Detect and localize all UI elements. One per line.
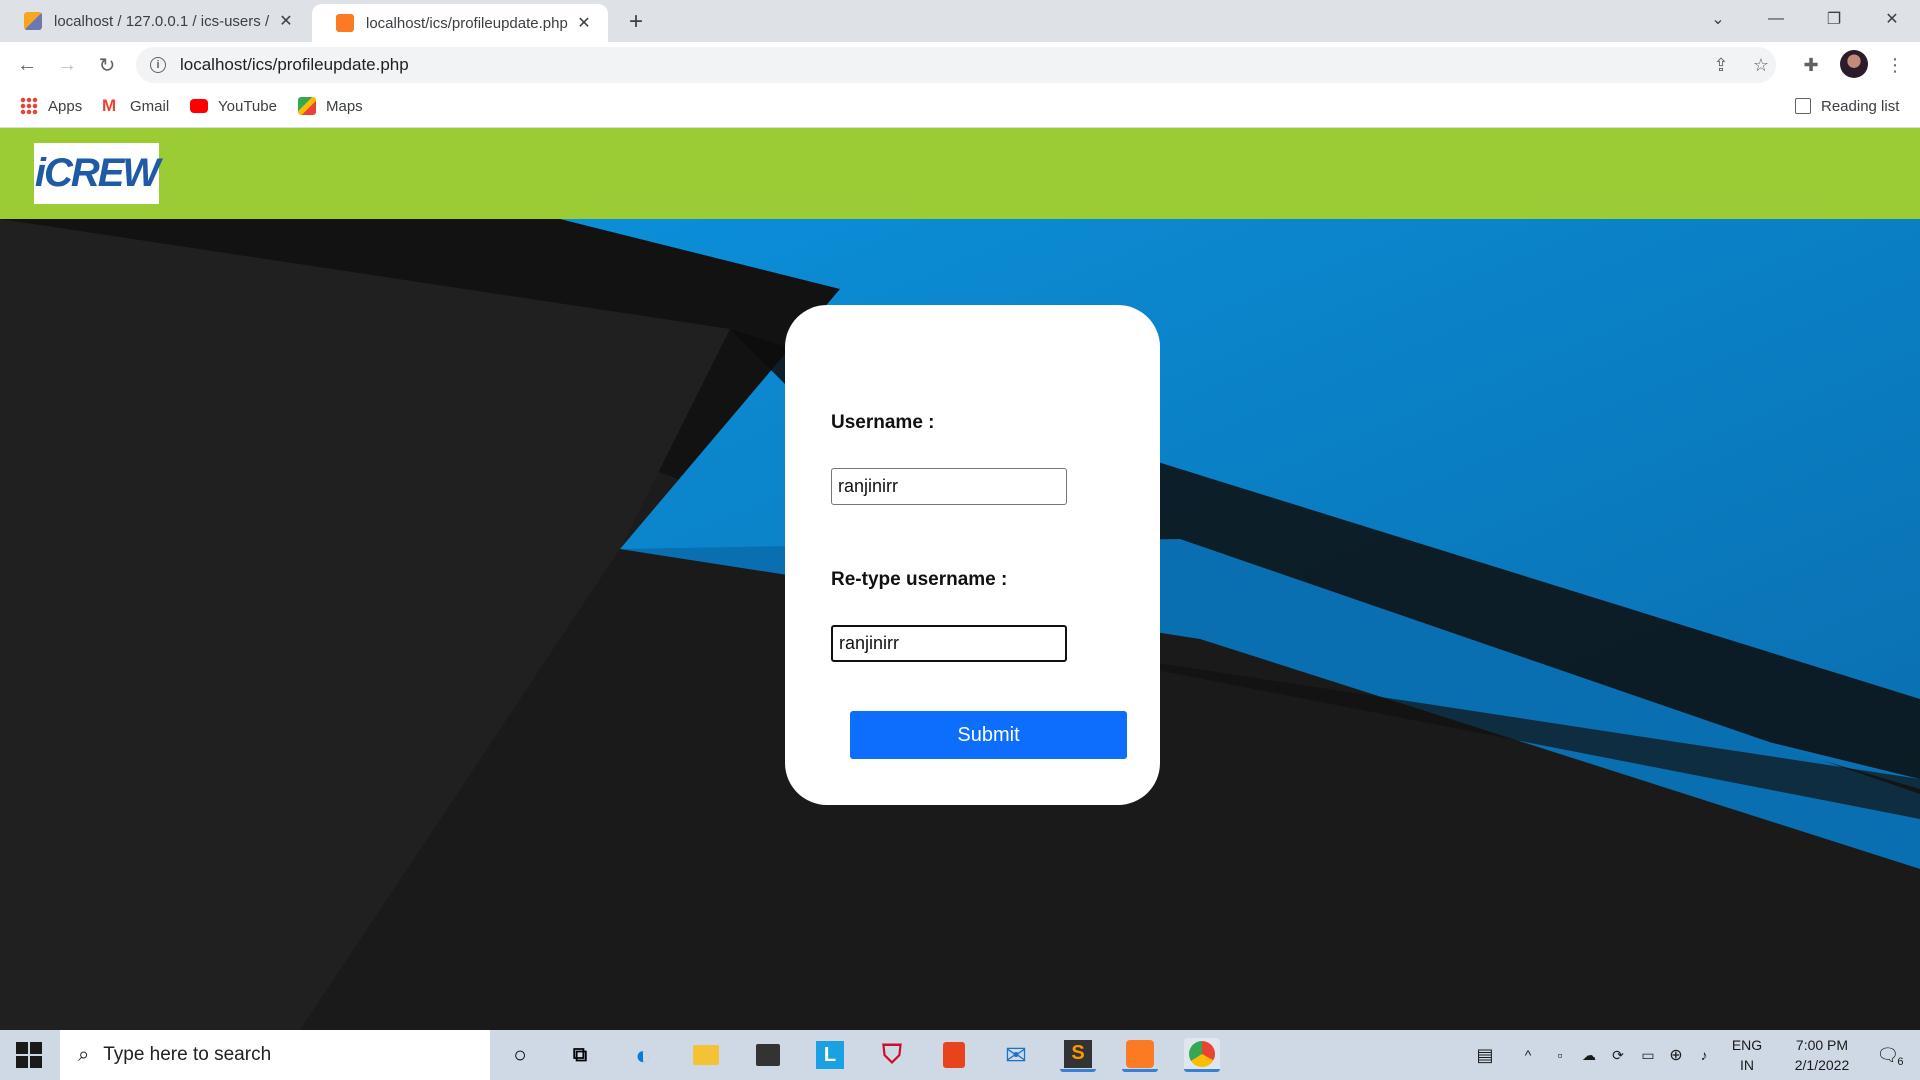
submit-button[interactable]: Submit	[850, 711, 1127, 759]
tab-title: localhost / 127.0.0.1 / ics-users /	[54, 12, 270, 30]
notifications-button[interactable]: 🗨 6	[1870, 1030, 1910, 1080]
file-explorer-icon[interactable]	[688, 1038, 724, 1072]
date-text: 2/1/2022	[1794, 1057, 1850, 1073]
restore-button[interactable]: ❐	[1808, 0, 1860, 38]
windows-taskbar: ⌕ Type here to search ○ ⧉ ◐ L ⛉ ✉ S ▤ ^ …	[0, 1030, 1920, 1080]
chrome-icon[interactable]	[1184, 1038, 1220, 1072]
tab-search-icon[interactable]: ⌄	[1692, 0, 1744, 38]
news-widget-icon[interactable]: ▤	[1468, 1030, 1502, 1080]
bookmark-gmail[interactable]: M Gmail	[102, 88, 169, 124]
site-info-icon[interactable]: i	[150, 57, 166, 73]
address-bar[interactable]: i localhost/ics/profileupdate.php	[136, 47, 1776, 83]
l-app-icon[interactable]: L	[812, 1038, 848, 1072]
phpmyadmin-icon	[24, 12, 42, 30]
task-view-icon[interactable]: ⧉	[562, 1038, 598, 1072]
url-text: localhost/ics/profileupdate.php	[180, 55, 409, 74]
search-icon: ⌕	[78, 1043, 90, 1066]
mail-icon[interactable]: ✉	[998, 1038, 1034, 1072]
menu-icon[interactable]: ⋮	[1882, 52, 1908, 78]
store-icon[interactable]	[750, 1038, 786, 1072]
bookmark-star-icon[interactable]: ☆	[1748, 52, 1774, 78]
bookmark-label: Gmail	[130, 97, 170, 115]
browser-tab-bar: localhost / 127.0.0.1 / ics-users / ✕ lo…	[0, 0, 1920, 42]
office-icon[interactable]	[936, 1038, 972, 1072]
username-input[interactable]	[831, 468, 1067, 505]
close-icon[interactable]: ✕	[276, 11, 296, 31]
sublime-text-icon[interactable]: S	[1060, 1038, 1096, 1072]
taskbar-search-box[interactable]: ⌕ Type here to search	[60, 1030, 490, 1080]
xampp-taskbar-icon[interactable]	[1122, 1038, 1158, 1072]
reading-list-label: Reading list	[1821, 97, 1900, 115]
forward-button[interactable]: →	[52, 50, 82, 80]
language-text: ENG	[1731, 1037, 1763, 1053]
search-placeholder: Type here to search	[103, 1044, 272, 1065]
extensions-icon[interactable]: ✚	[1798, 52, 1824, 78]
edge-icon[interactable]: ◐	[625, 1038, 661, 1072]
notification-count: 6	[1897, 1056, 1904, 1068]
language-indicator[interactable]: ENG IN	[1724, 1030, 1770, 1080]
reading-list-icon	[1795, 98, 1811, 114]
apps-grid-icon	[20, 97, 38, 115]
share-icon[interactable]: ⇪	[1708, 52, 1734, 78]
maps-icon	[298, 97, 316, 115]
bookmark-maps[interactable]: Maps	[298, 88, 363, 124]
start-button[interactable]	[16, 1042, 44, 1070]
bookmarks-bar: Apps M Gmail YouTube Maps Reading list	[0, 88, 1920, 128]
network-globe-icon[interactable]: ⊕	[1664, 1030, 1688, 1080]
region-text: IN	[1740, 1057, 1754, 1073]
site-logo[interactable]: iCREW	[34, 143, 160, 204]
tab-profileupdate[interactable]: localhost/ics/profileupdate.php ✕	[312, 4, 608, 42]
notification-icon: 🗨	[1876, 1044, 1900, 1065]
bookmark-label: Apps	[48, 97, 83, 115]
gmail-icon: M	[102, 96, 117, 115]
close-icon[interactable]: ✕	[574, 13, 594, 33]
site-header: iCREW	[0, 128, 1920, 219]
bookmark-apps[interactable]: Apps	[20, 88, 82, 124]
mcafee-icon[interactable]: ⛉	[874, 1038, 910, 1072]
clock[interactable]: 7:00 PM 2/1/2022	[1780, 1030, 1864, 1080]
xampp-icon	[336, 14, 354, 32]
show-hidden-icons[interactable]: ^	[1516, 1030, 1540, 1080]
username-label: Username :	[831, 412, 935, 433]
meet-now-icon[interactable]: ▫	[1548, 1030, 1572, 1080]
onedrive-icon[interactable]: ☁	[1576, 1030, 1602, 1080]
cortana-icon[interactable]: ○	[502, 1038, 538, 1072]
profile-update-form: Username : Re-type username : Submit	[785, 305, 1160, 805]
bookmark-label: Maps	[326, 97, 363, 115]
window-close-button[interactable]: ✕	[1866, 0, 1918, 38]
tab-title: localhost/ics/profileupdate.php	[366, 14, 568, 32]
back-button[interactable]: ←	[12, 50, 42, 80]
retype-username-label: Re-type username :	[831, 569, 1008, 590]
new-tab-button[interactable]: +	[622, 8, 650, 36]
reading-list-button[interactable]: Reading list	[1795, 88, 1899, 124]
retype-username-input[interactable]	[831, 625, 1067, 662]
bookmark-youtube[interactable]: YouTube	[190, 88, 277, 124]
time-text: 7:00 PM	[1795, 1037, 1849, 1053]
youtube-icon	[190, 99, 208, 113]
volume-icon[interactable]: ♪	[1692, 1030, 1716, 1080]
reload-button[interactable]: ↻	[92, 50, 122, 80]
battery-icon[interactable]: ▭	[1636, 1030, 1660, 1080]
minimize-button[interactable]: —	[1750, 0, 1802, 38]
bookmark-label: YouTube	[218, 97, 277, 115]
profile-avatar[interactable]	[1840, 50, 1868, 78]
update-icon[interactable]: ⟳	[1606, 1030, 1630, 1080]
tab-phpmyadmin[interactable]: localhost / 127.0.0.1 / ics-users / ✕	[0, 0, 310, 42]
browser-toolbar: ← → ↻ i localhost/ics/profileupdate.php …	[0, 42, 1920, 88]
